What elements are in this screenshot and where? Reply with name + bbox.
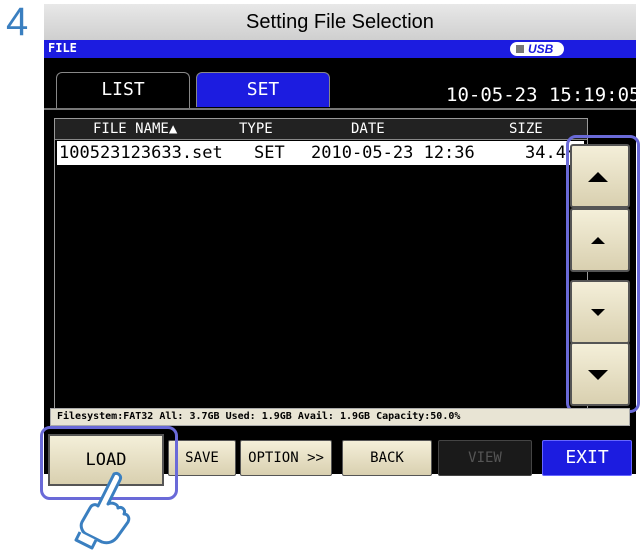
save-button[interactable]: SAVE — [168, 440, 236, 476]
datetime-display: 10-05-23 15:19:05 — [446, 84, 640, 106]
column-type[interactable]: TYPE — [239, 121, 273, 137]
back-button[interactable]: BACK — [342, 440, 432, 476]
scroll-down-icon — [591, 309, 605, 316]
file-date: 2010-05-23 12:36 — [311, 143, 475, 163]
column-file-name[interactable]: FILE NAME▲ — [93, 121, 177, 137]
view-button[interactable]: VIEW — [438, 440, 532, 476]
file-name: 100523123633.set — [59, 143, 223, 163]
file-list: FILE NAME▲ TYPE DATE SIZE 100523123633.s… — [54, 118, 588, 412]
usb-badge-label: USB — [528, 42, 554, 56]
tab-set[interactable]: SET — [196, 72, 330, 107]
column-size[interactable]: SIZE — [509, 121, 543, 137]
scroll-up-icon — [591, 237, 605, 244]
option-button[interactable]: OPTION >> — [240, 440, 332, 476]
scroll-top-button[interactable] — [570, 144, 630, 208]
caption: Setting File Selection — [44, 4, 636, 40]
exit-button[interactable]: EXIT — [542, 440, 632, 476]
filesystem-status: Filesystem:FAT32 All: 3.7GB Used: 1.9GB … — [50, 408, 630, 426]
scroll-bottom-button[interactable] — [570, 342, 630, 406]
column-date[interactable]: DATE — [351, 121, 385, 137]
pointing-hand-icon — [74, 472, 131, 550]
usb-indicator-icon — [516, 45, 524, 53]
scroll-bottom-icon — [588, 370, 608, 380]
device-screen: FILE USB LIST SET 10-05-23 15:19:05 FILE… — [44, 40, 640, 476]
header-bar: FILE USB — [44, 40, 636, 58]
scroll-top-icon — [588, 172, 608, 182]
header-label: FILE — [48, 41, 77, 55]
scroll-down-button[interactable] — [570, 280, 630, 344]
scroll-up-button[interactable] — [570, 208, 630, 272]
divider — [44, 108, 636, 110]
file-type: SET — [254, 143, 285, 163]
file-row[interactable]: 100523123633.set SET 2010-05-23 12:36 34… — [57, 141, 586, 165]
file-list-header: FILE NAME▲ TYPE DATE SIZE — [55, 119, 587, 140]
step-number: 4 — [6, 0, 29, 44]
tab-list[interactable]: LIST — [56, 72, 190, 109]
usb-badge: USB — [510, 42, 564, 56]
